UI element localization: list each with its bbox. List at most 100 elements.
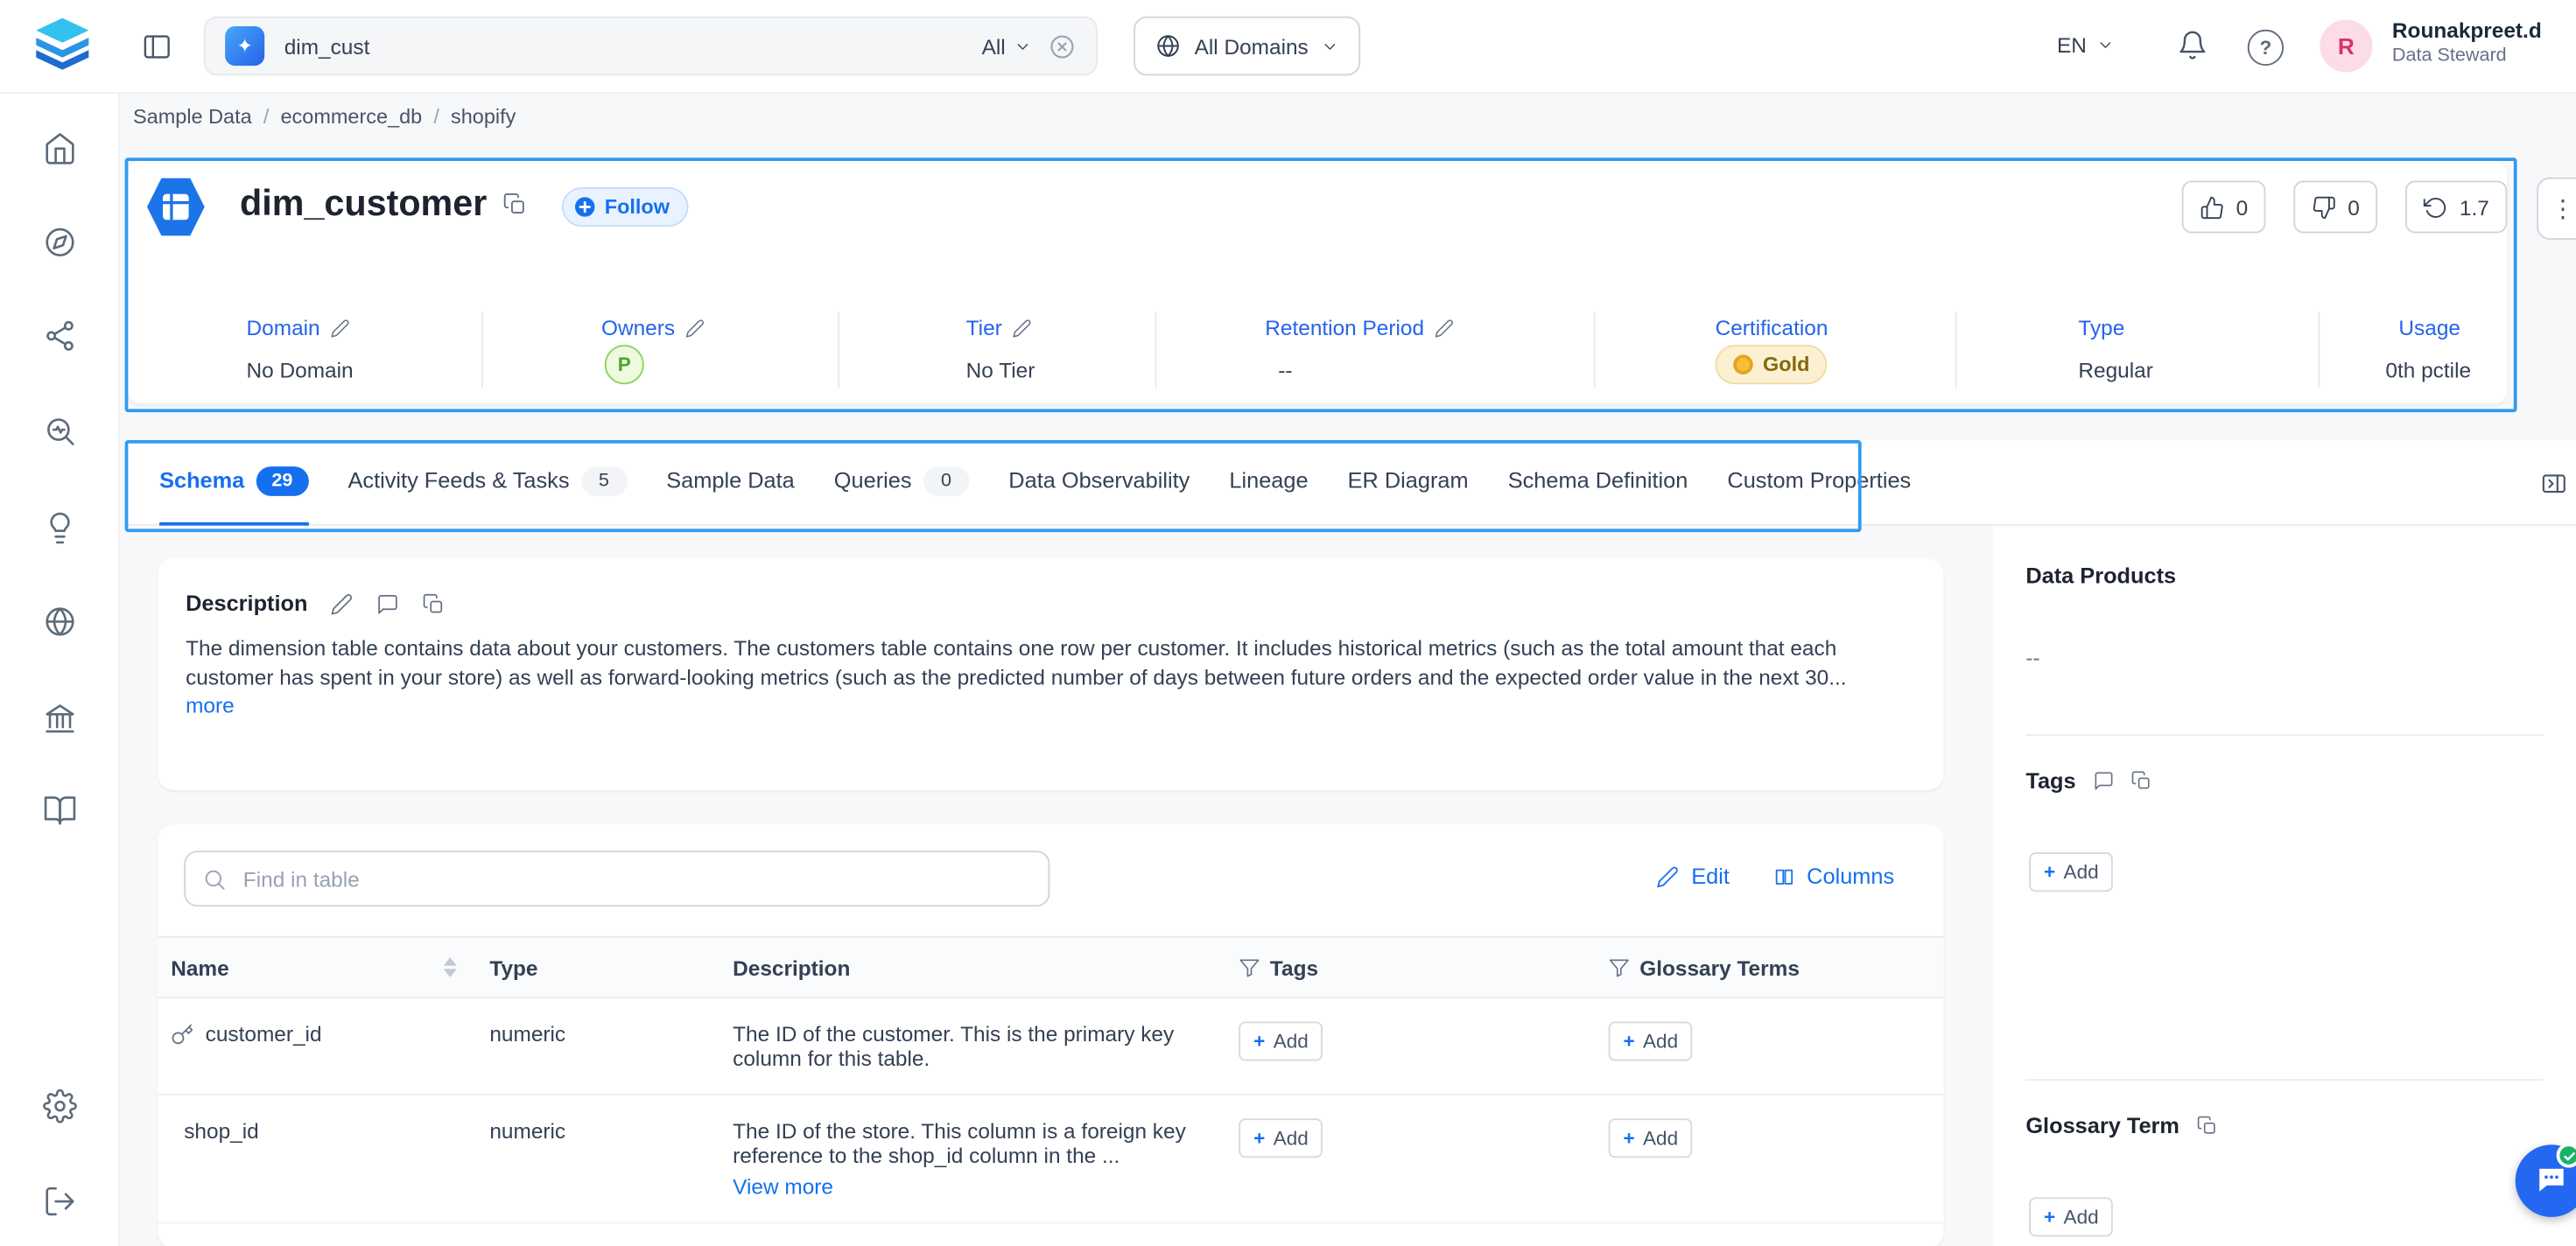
copy-icon[interactable] (2130, 770, 2151, 791)
global-search-bar[interactable]: ✦ All (204, 17, 1098, 76)
upvote-button[interactable]: 0 (2182, 180, 2266, 233)
all-domains-dropdown[interactable]: All Domains (1134, 17, 1361, 76)
add-tag-button[interactable]: + Add (2029, 852, 2113, 892)
edit-tier-icon[interactable] (1012, 318, 1032, 338)
filter-icon[interactable] (1609, 956, 1630, 977)
table-entity-icon (141, 172, 210, 246)
column-type-cell: numeric (476, 1096, 719, 1222)
tier-value: No Tier (966, 358, 1035, 382)
help-icon[interactable]: ? (2248, 30, 2284, 66)
edit-retention-icon[interactable] (1434, 318, 1454, 338)
notifications-bell-icon[interactable] (2177, 30, 2208, 61)
divider (2025, 1079, 2543, 1081)
owner-avatar[interactable]: P (605, 345, 644, 384)
description-card: Description The dimension table contains… (158, 558, 1943, 790)
settings-icon[interactable] (43, 1088, 77, 1123)
filter-icon[interactable] (1239, 956, 1260, 977)
add-glossary-term-button[interactable]: + Add (2029, 1197, 2113, 1236)
collapse-panel-icon[interactable] (2540, 470, 2568, 498)
manage-menu-button[interactable]: ⋮ (2537, 178, 2576, 240)
tab-er-diagram[interactable]: ER Diagram (1348, 439, 1469, 525)
edit-description-icon[interactable] (331, 592, 354, 615)
divider (481, 312, 483, 388)
version-button[interactable]: 1.7 (2405, 180, 2508, 233)
divider (1155, 312, 1157, 388)
plus-icon: + (1253, 1127, 1265, 1150)
app-logo[interactable] (30, 13, 95, 84)
clear-search-icon[interactable] (1049, 32, 1077, 60)
gold-medal-icon (1733, 354, 1753, 374)
find-in-table[interactable] (184, 850, 1049, 906)
tab-schema[interactable]: Schema29 (159, 439, 308, 525)
user-name: Rounakpreet.d (2392, 18, 2542, 45)
tab-activity-feeds[interactable]: Activity Feeds & Tasks5 (348, 439, 628, 525)
sort-icon[interactable] (444, 957, 457, 977)
edit-table-button[interactable]: Edit (1657, 864, 1730, 888)
lineage-icon[interactable] (43, 318, 77, 353)
tags-cell: + Add (1225, 1096, 1595, 1222)
ai-search-icon: ✦ (225, 26, 264, 66)
breadcrumb-item[interactable]: Sample Data (133, 105, 252, 128)
user-avatar[interactable]: R (2320, 20, 2372, 73)
app-viewport: ✦ All All Domains EN ? R Rounakpreet.d D… (0, 0, 2576, 1246)
tab-queries[interactable]: Queries0 (834, 439, 969, 525)
divider (1594, 312, 1596, 388)
add-glossary-term-button[interactable]: + Add (1609, 1118, 1693, 1158)
glossary-section-title: Glossary Term (2025, 1114, 2217, 1138)
owners-label: Owners (601, 315, 705, 340)
copy-name-icon[interactable] (502, 192, 527, 217)
column-name-cell[interactable]: shop_id (158, 1096, 476, 1222)
comment-icon[interactable] (376, 592, 399, 615)
downvote-button[interactable]: 0 (2293, 180, 2377, 233)
tab-custom-properties[interactable]: Custom Properties (1727, 439, 1911, 525)
add-tag-button[interactable]: + Add (1239, 1118, 1323, 1158)
edit-domain-icon[interactable] (330, 318, 350, 338)
user-info[interactable]: Rounakpreet.d Data Steward (2392, 18, 2542, 69)
tier-label: Tier (966, 315, 1032, 340)
add-tag-button[interactable]: + Add (1239, 1021, 1323, 1060)
divider (838, 312, 839, 388)
view-more-link[interactable]: View more (733, 1174, 833, 1199)
insights-icon[interactable] (43, 511, 77, 545)
tab-data-observability[interactable]: Data Observability (1008, 439, 1190, 525)
edit-owners-icon[interactable] (684, 318, 705, 338)
column-name-cell[interactable]: customer_id (158, 998, 476, 1094)
pencil-icon (1657, 864, 1680, 887)
columns-button[interactable]: Columns (1772, 864, 1894, 888)
search-scope-dropdown[interactable]: All (982, 33, 1032, 58)
language-dropdown[interactable]: EN (2057, 33, 2115, 58)
follow-icon (575, 197, 595, 217)
type-label: Type (2078, 315, 2124, 340)
tab-lineage[interactable]: Lineage (1229, 439, 1308, 525)
certification-badge: Gold (1716, 345, 1828, 384)
plus-icon: + (1623, 1030, 1634, 1053)
copy-icon[interactable] (2196, 1115, 2217, 1136)
column-header-name[interactable]: Name (158, 938, 476, 998)
global-search-input[interactable] (281, 32, 965, 60)
tab-schema-definition[interactable]: Schema Definition (1508, 439, 1688, 525)
add-glossary-term-button[interactable]: + Add (1609, 1021, 1693, 1060)
home-icon[interactable] (43, 131, 77, 165)
tab-sample-data[interactable]: Sample Data (666, 439, 794, 525)
thumbs-down-icon (2312, 194, 2336, 219)
glossary-icon[interactable] (43, 794, 77, 828)
description-title: Description (186, 592, 307, 616)
breadcrumb-item[interactable]: shopify (451, 105, 516, 128)
sidebar-toggle-icon[interactable] (141, 32, 172, 63)
observability-icon[interactable] (43, 414, 77, 448)
govern-icon[interactable] (43, 701, 77, 735)
find-in-table-input[interactable] (240, 864, 1032, 892)
logout-icon[interactable] (43, 1184, 77, 1218)
column-header-glossary[interactable]: Glossary Terms (1596, 938, 1944, 998)
column-header-description: Description (719, 938, 1225, 998)
follow-button[interactable]: Follow (562, 187, 688, 227)
domains-icon[interactable] (43, 605, 77, 639)
explore-icon[interactable] (43, 225, 77, 259)
entity-header-card: dim_customer Follow 0 0 1.7 Domain No Do… (128, 161, 2507, 404)
chevron-down-icon (1014, 37, 1032, 55)
description-more-link[interactable]: more (186, 693, 235, 718)
breadcrumb-item[interactable]: ecommerce_db (280, 105, 422, 128)
copy-description-icon[interactable] (423, 592, 446, 615)
comment-icon[interactable] (2092, 770, 2113, 791)
column-header-tags[interactable]: Tags (1225, 938, 1595, 998)
